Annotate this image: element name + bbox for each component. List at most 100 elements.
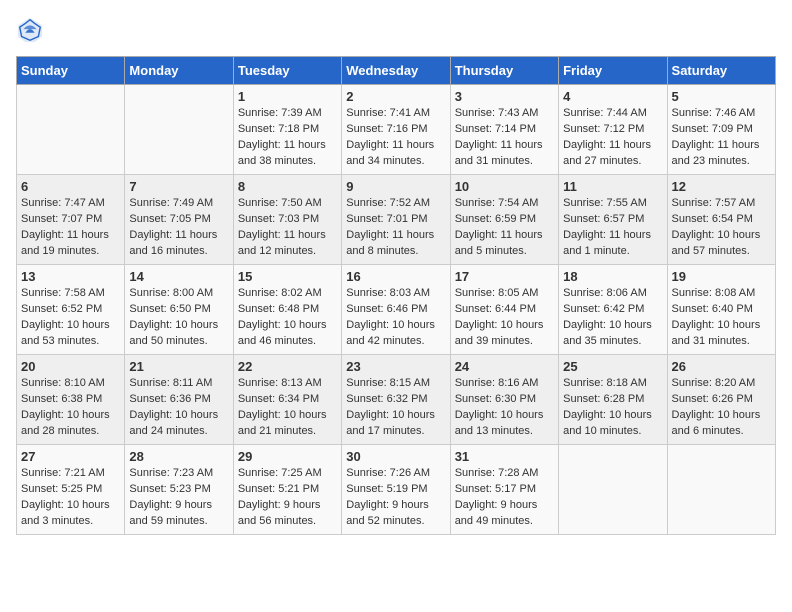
calendar-day-cell: 15Sunrise: 8:02 AMSunset: 6:48 PMDayligh… xyxy=(233,265,341,355)
sunset: Sunset: 7:01 PM xyxy=(346,213,427,225)
calendar-day-cell: 3 Sunrise: 7:43 AMSunset: 7:14 PMDaylight… xyxy=(450,85,558,175)
day-detail: Sunrise: 8:13 AMSunset: 6:34 PMDaylight:… xyxy=(238,376,337,440)
day-of-week-header: Wednesday xyxy=(342,57,450,85)
daylight: Daylight: 10 hours and 17 minutes. xyxy=(346,409,435,437)
day-of-week-header: Sunday xyxy=(17,57,125,85)
daylight: Daylight: 11 hours and 27 minutes. xyxy=(563,139,651,167)
sunrise: Sunrise: 7:58 AM xyxy=(21,287,105,299)
daylight: Daylight: 10 hours and 42 minutes. xyxy=(346,319,435,347)
sunrise: Sunrise: 7:49 AM xyxy=(129,197,213,209)
sunset: Sunset: 6:26 PM xyxy=(672,393,753,405)
calendar-day-cell: 26 Sunrise: 8:20 AMSunset: 6:26 PMDayligh… xyxy=(667,355,775,445)
day-detail: Sunrise: 7:55 AMSunset: 6:57 PMDaylight:… xyxy=(563,196,662,260)
daylight: Daylight: 11 hours and 5 minutes. xyxy=(455,229,543,257)
sunrise: Sunrise: 8:08 AM xyxy=(672,287,756,299)
calendar-day-cell: 30Sunrise: 7:26 AMSunset: 5:19 PMDayligh… xyxy=(342,445,450,535)
day-number: 30 xyxy=(346,449,445,464)
sunrise: Sunrise: 7:44 AM xyxy=(563,107,647,119)
sunrise: Sunrise: 7:21 AM xyxy=(21,467,105,479)
daylight: Daylight: 10 hours and 24 minutes. xyxy=(129,409,218,437)
sunset: Sunset: 6:48 PM xyxy=(238,303,319,315)
calendar-week-row: 13 Sunrise: 7:58 AM Sunset: 6:52 PM Dayligh… xyxy=(17,265,776,355)
calendar-day-cell: 17Sunrise: 8:05 AMSunset: 6:44 PMDayligh… xyxy=(450,265,558,355)
day-number: 3 xyxy=(455,89,554,104)
sunrise: Sunrise: 8:11 AM xyxy=(129,377,212,389)
calendar-day-cell: 31Sunrise: 7:28 AMSunset: 5:17 PMDayligh… xyxy=(450,445,558,535)
calendar-day-cell: 24 Sunrise: 8:16 AMSunset: 6:30 PMDayligh… xyxy=(450,355,558,445)
calendar-day-cell xyxy=(125,85,233,175)
day-detail: Sunrise: 8:20 AMSunset: 6:26 PMDaylight:… xyxy=(672,376,771,440)
calendar-day-cell: 20Sunrise: 8:10 AMSunset: 6:38 PMDayligh… xyxy=(17,355,125,445)
day-number: 16 xyxy=(346,269,445,284)
sunrise: Sunrise: 8:16 AM xyxy=(455,377,539,389)
calendar-day-cell: 7Sunrise: 7:49 AMSunset: 7:05 PMDaylight… xyxy=(125,175,233,265)
calendar-day-cell: 29Sunrise: 7:25 AMSunset: 5:21 PMDayligh… xyxy=(233,445,341,535)
sunset: Sunset: 5:17 PM xyxy=(455,483,536,495)
day-detail: Sunrise: 8:08 AM Sunset: 6:40 PM Daylight:… xyxy=(672,286,771,350)
sunset: Sunset: 6:28 PM xyxy=(563,393,644,405)
day-number: 14 xyxy=(129,269,228,284)
calendar-day-cell: 27Sunrise: 7:21 AMSunset: 5:25 PMDayligh… xyxy=(17,445,125,535)
day-number: 26 xyxy=(672,359,771,374)
sunrise: Sunrise: 7:28 AM xyxy=(455,467,539,479)
day-number: 21 xyxy=(129,359,228,374)
day-detail: Sunrise: 8:11 AM Sunset: 6:36 PM Daylight:… xyxy=(129,376,228,440)
day-number: 22 xyxy=(238,359,337,374)
day-detail: Sunrise: 8:18 AMSunset: 6:28 PMDaylight:… xyxy=(563,376,662,440)
sunset: Sunset: 6:36 PM xyxy=(129,393,210,405)
day-number: 19 xyxy=(672,269,771,284)
day-number: 11 xyxy=(563,179,662,194)
day-number: 29 xyxy=(238,449,337,464)
day-detail: Sunrise: 8:16 AMSunset: 6:30 PMDaylight:… xyxy=(455,376,554,440)
calendar-day-cell: 19 Sunrise: 8:08 AM Sunset: 6:40 PM Dayligh… xyxy=(667,265,775,355)
day-number: 28 xyxy=(129,449,228,464)
sunset: Sunset: 6:54 PM xyxy=(672,213,753,225)
calendar-day-cell xyxy=(559,445,667,535)
day-number: 1 xyxy=(238,89,337,104)
sunrise: Sunrise: 7:39 AM xyxy=(238,107,322,119)
sunset: Sunset: 6:32 PM xyxy=(346,393,427,405)
day-number: 2 xyxy=(346,89,445,104)
daylight: Daylight: 10 hours and 31 minutes. xyxy=(672,319,761,347)
calendar-table: SundayMondayTuesdayWednesdayThursdayFrid… xyxy=(16,56,776,535)
sunrise: Sunrise: 8:06 AM xyxy=(563,287,647,299)
calendar-day-cell: 6Sunrise: 7:47 AMSunset: 7:07 PMDaylight… xyxy=(17,175,125,265)
page-header xyxy=(16,16,776,44)
calendar-week-row: 6Sunrise: 7:47 AMSunset: 7:07 PMDaylight… xyxy=(17,175,776,265)
sunrise: Sunrise: 7:25 AM xyxy=(238,467,322,479)
sunrise: Sunrise: 8:13 AM xyxy=(238,377,322,389)
day-number: 6 xyxy=(21,179,120,194)
day-detail: Sunrise: 7:43 AMSunset: 7:14 PMDaylight:… xyxy=(455,106,554,170)
daylight: Daylight: 11 hours and 38 minutes. xyxy=(238,139,326,167)
calendar-day-cell: 22 Sunrise: 8:13 AMSunset: 6:34 PMDayligh… xyxy=(233,355,341,445)
day-number: 8 xyxy=(238,179,337,194)
sunset: Sunset: 5:21 PM xyxy=(238,483,319,495)
calendar-day-cell: 11 Sunrise: 7:55 AMSunset: 6:57 PMDayligh… xyxy=(559,175,667,265)
daylight: Daylight: 11 hours and 16 minutes. xyxy=(129,229,217,257)
day-number: 24 xyxy=(455,359,554,374)
daylight: Daylight: 10 hours and 39 minutes. xyxy=(455,319,544,347)
day-number: 12 xyxy=(672,179,771,194)
day-number: 13 xyxy=(21,269,120,284)
sunset: Sunset: 5:23 PM xyxy=(129,483,210,495)
sunrise: Sunrise: 7:54 AM xyxy=(455,197,539,209)
calendar-day-cell xyxy=(667,445,775,535)
sunset: Sunset: 6:40 PM xyxy=(672,303,753,315)
calendar-day-cell: 13Sunrise: 7:58 AMSunset: 6:52 PMDayligh… xyxy=(17,265,125,355)
daylight: Daylight: 9 hours and 59 minutes. xyxy=(129,499,212,527)
sunset: Sunset: 6:52 PM xyxy=(21,303,102,315)
day-number: 4 xyxy=(563,89,662,104)
day-detail: Sunrise: 7:21 AMSunset: 5:25 PMDaylight:… xyxy=(21,466,120,530)
day-detail: Sunrise: 8:00 AMSunset: 6:50 PMDaylight:… xyxy=(129,286,228,350)
day-detail: Sunrise: 8:15 AMSunset: 6:32 PMDaylight:… xyxy=(346,376,445,440)
day-number: 17 xyxy=(455,269,554,284)
calendar-day-cell: 14 Sunrise: 8:00 AMSunset: 6:50 PMDayligh… xyxy=(125,265,233,355)
sunset: Sunset: 6:46 PM xyxy=(346,303,427,315)
sunrise: Sunrise: 8:03 AM xyxy=(346,287,430,299)
sunset: Sunset: 7:07 PM xyxy=(21,213,102,225)
day-detail: Sunrise: 7:50 AMSunset: 7:03 PMDaylight:… xyxy=(238,196,337,260)
sunrise: Sunrise: 7:26 AM xyxy=(346,467,430,479)
daylight: Daylight: 11 hours and 1 minute. xyxy=(563,229,651,257)
daylight: Daylight: 10 hours and 21 minutes. xyxy=(238,409,327,437)
sunset: Sunset: 7:12 PM xyxy=(563,123,644,135)
